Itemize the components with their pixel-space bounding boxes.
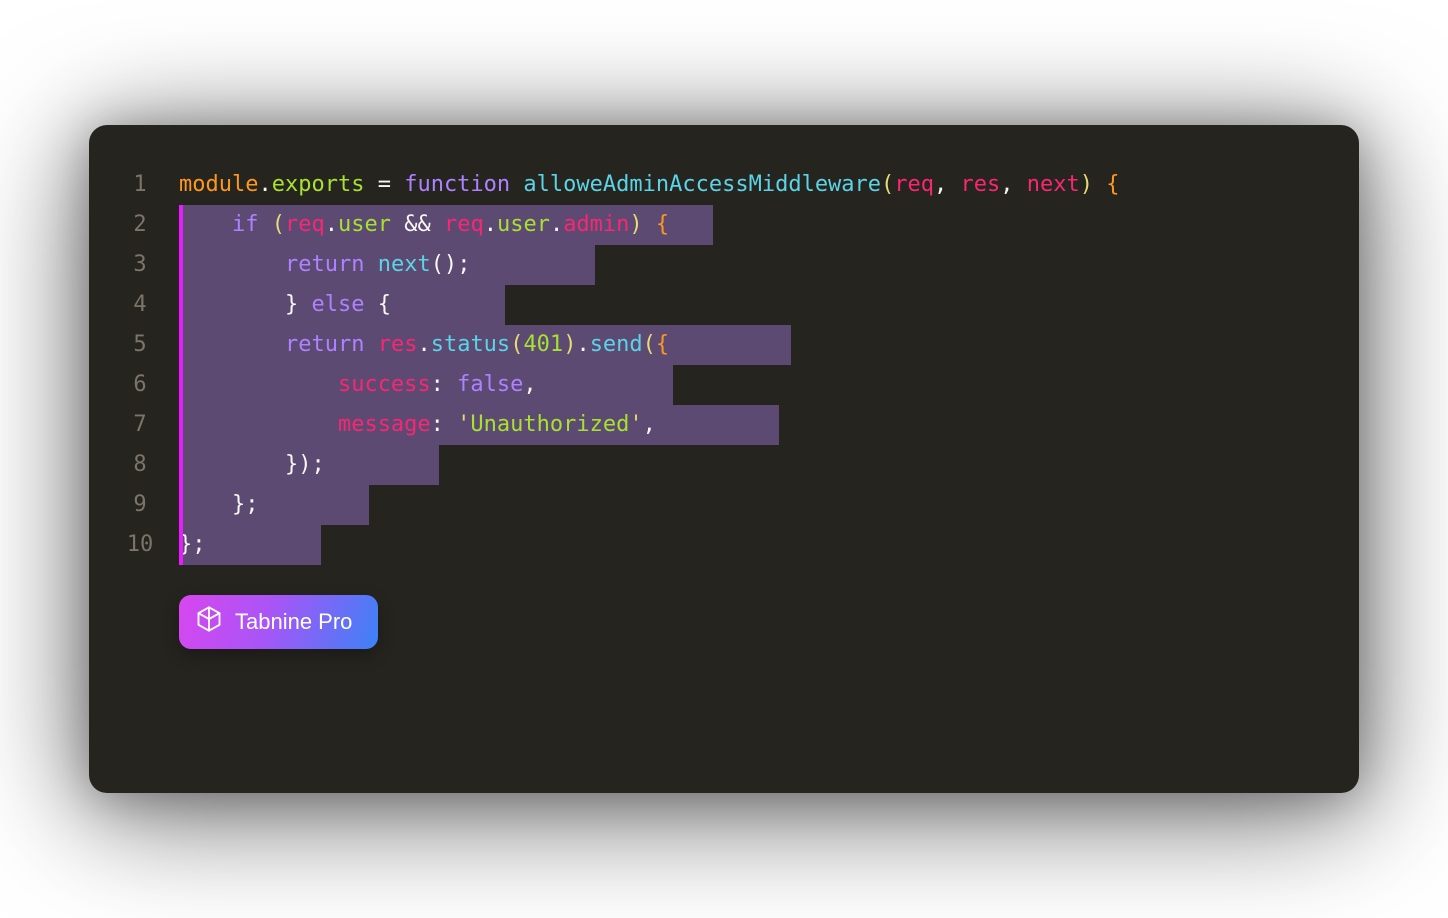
line-number: 3 bbox=[119, 245, 161, 285]
line-number: 9 bbox=[119, 485, 161, 525]
suggestion-indicator-bar bbox=[179, 205, 183, 565]
code-line: }; bbox=[179, 485, 1319, 525]
line-number: 7 bbox=[119, 405, 161, 445]
line-number: 10 bbox=[119, 525, 161, 565]
badge-label: Tabnine Pro bbox=[235, 609, 352, 635]
code-editor: 1 2 3 4 5 6 7 8 9 10 module.exports = fu… bbox=[89, 125, 1359, 793]
code-line: }); bbox=[179, 445, 1319, 485]
line-number: 2 bbox=[119, 205, 161, 245]
line-number-gutter: 1 2 3 4 5 6 7 8 9 10 bbox=[119, 165, 179, 565]
code-line: return res.status(401).send({ bbox=[179, 325, 1319, 365]
code-line: module.exports = function alloweAdminAcc… bbox=[179, 165, 1319, 205]
code-line: success: false, bbox=[179, 365, 1319, 405]
line-number: 8 bbox=[119, 445, 161, 485]
line-number: 6 bbox=[119, 365, 161, 405]
line-number: 4 bbox=[119, 285, 161, 325]
line-number: 1 bbox=[119, 165, 161, 205]
line-number: 5 bbox=[119, 325, 161, 365]
code-line: }; bbox=[179, 525, 1319, 565]
code-line: if (req.user && req.user.admin) { bbox=[179, 205, 1319, 245]
tabnine-logo-icon bbox=[195, 605, 223, 639]
code-line: return next(); bbox=[179, 245, 1319, 285]
code-line: } else { bbox=[179, 285, 1319, 325]
code-line: message: 'Unauthorized', bbox=[179, 405, 1319, 445]
tabnine-pro-badge[interactable]: Tabnine Pro bbox=[179, 595, 378, 649]
code-content[interactable]: module.exports = function alloweAdminAcc… bbox=[179, 165, 1319, 565]
